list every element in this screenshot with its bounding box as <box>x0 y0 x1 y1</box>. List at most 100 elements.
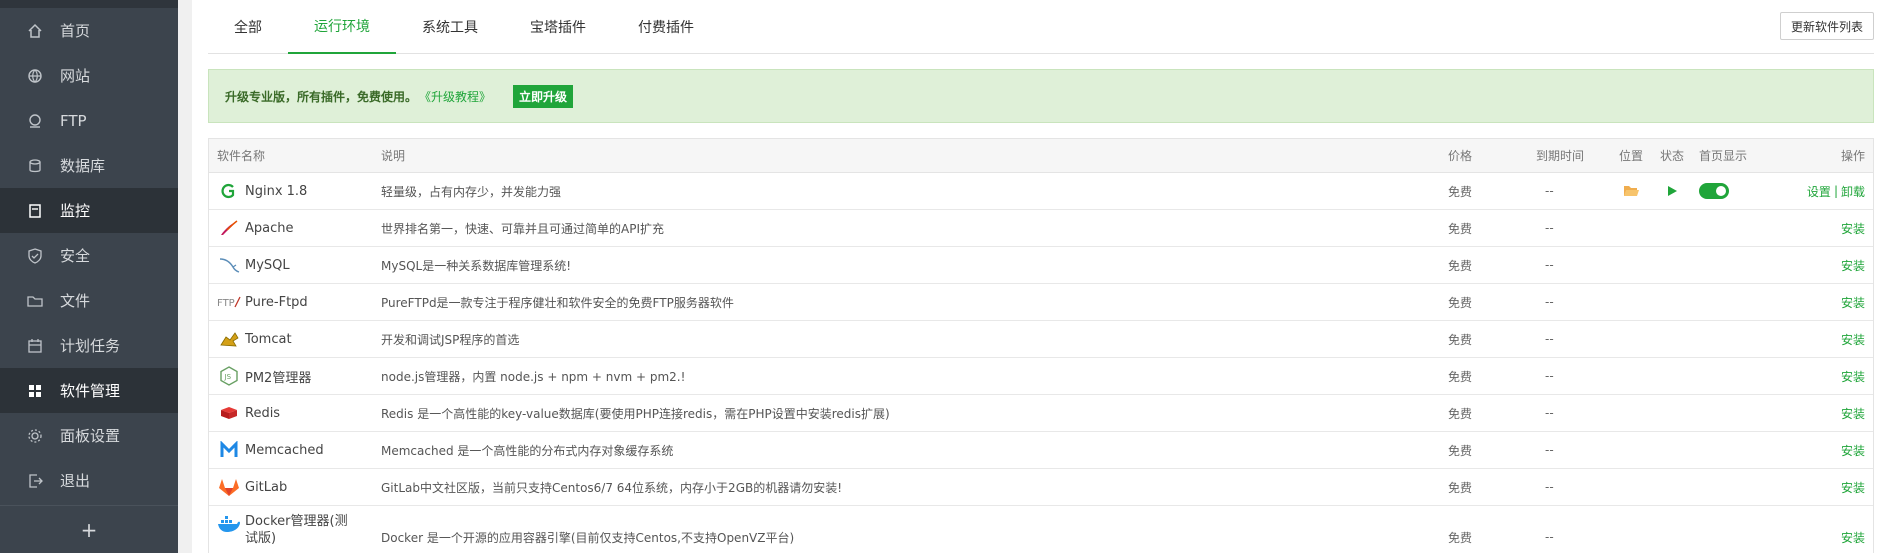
install-link[interactable]: 安装 <box>1841 432 1865 468</box>
header-status: 状态 <box>1659 149 1684 163</box>
software-price: 免费 <box>1448 369 1473 384</box>
sidebar-item-home[interactable]: 首页 <box>0 8 178 53</box>
software-expire: -- <box>1545 184 1554 198</box>
sidebar: 首页 网站 FTP 数据库 监控 安全 文件 计划任务 软件管理 面板设置 退出… <box>0 0 178 553</box>
toggle-switch[interactable] <box>1699 183 1729 199</box>
tab-system-tools[interactable]: 系统工具 <box>396 0 504 54</box>
sidebar-top-strip <box>0 0 178 8</box>
software-desc: PureFTPd是一款专注于程序健壮和软件安全的免费FTP服务器软件 <box>381 295 734 310</box>
software-name-label: Memcached <box>245 442 324 458</box>
app-root: 首页 网站 FTP 数据库 监控 安全 文件 计划任务 软件管理 面板设置 退出… <box>0 0 1889 553</box>
install-link[interactable]: 安装 <box>1841 210 1865 246</box>
sidebar-item-cron[interactable]: 计划任务 <box>0 323 178 368</box>
sidebar-item-software[interactable]: 软件管理 <box>0 368 178 413</box>
software-desc: node.js管理器，内置 node.js + npm + nvm + pm2.… <box>381 369 686 384</box>
install-link[interactable]: 安装 <box>1841 284 1865 320</box>
install-link[interactable]: 安装 <box>1841 395 1865 431</box>
play-icon[interactable] <box>1657 173 1687 209</box>
software-desc: 开发和调试JSP程序的首选 <box>381 332 520 347</box>
ftp-logo: FTP <box>217 290 241 314</box>
table-row: Tomcat 开发和调试JSP程序的首选 免费 -- 安装 <box>209 321 1873 358</box>
software-price: 免费 <box>1448 184 1473 199</box>
software-price: 免费 <box>1448 443 1473 458</box>
tab-paid-plugins[interactable]: 付费插件 <box>612 0 720 54</box>
software-table: 软件名称 说明 价格 到期时间 位置 状态 首页显示 操作 Nginx 1.8 … <box>208 138 1874 553</box>
add-button[interactable]: + <box>0 505 178 553</box>
sidebar-item-website[interactable]: 网站 <box>0 53 178 98</box>
sidebar-item-settings[interactable]: 面板设置 <box>0 413 178 458</box>
sidebar-item-database[interactable]: 数据库 <box>0 143 178 188</box>
gitlab-logo <box>217 475 241 499</box>
header-location: 位置 <box>1618 149 1643 163</box>
software-desc: Memcached 是一个高性能的分布式内存对象缓存系统 <box>381 443 674 458</box>
sidebar-item-security[interactable]: 安全 <box>0 233 178 278</box>
software-desc: Redis 是一个高性能的key-value数据库(要使用PHP连接redis，… <box>381 406 890 421</box>
upgrade-tutorial-link[interactable]: 《升级教程》 <box>419 88 491 105</box>
sidebar-item-files[interactable]: 文件 <box>0 278 178 323</box>
table-row: GitLab GitLab中文社区版，当前只支持Centos6/7 64位系统，… <box>209 469 1873 506</box>
tab-all[interactable]: 全部 <box>208 0 288 54</box>
software-name: JS PM2管理器 <box>217 358 367 394</box>
table-row: Redis Redis 是一个高性能的key-value数据库(要使用PHP连接… <box>209 395 1873 432</box>
upgrade-banner: 升级专业版，所有插件，免费使用。 《升级教程》 立即升级 <box>208 69 1874 123</box>
tomcat-logo <box>217 327 241 351</box>
sidebar-item-monitor[interactable]: 监控 <box>0 188 178 233</box>
home-display-toggle[interactable] <box>1699 173 1759 209</box>
software-price: 免费 <box>1448 295 1473 310</box>
install-link[interactable]: 安装 <box>1841 321 1865 357</box>
header-op: 操作 <box>1840 149 1865 163</box>
software-desc: MySQL是一种关系数据库管理系统! <box>381 258 572 273</box>
install-link[interactable]: 安装 <box>1841 358 1865 394</box>
software-desc: 轻量级，占有内存少，并发能力强 <box>381 184 562 199</box>
software-name: Nginx 1.8 <box>217 173 367 209</box>
docker-logo <box>217 512 241 536</box>
sidebar-item-logout[interactable]: 退出 <box>0 458 178 503</box>
sidebar-item-label: 监控 <box>60 202 91 220</box>
software-expire: -- <box>1545 369 1554 383</box>
tab-bt-plugins[interactable]: 宝塔插件 <box>504 0 612 54</box>
software-expire: -- <box>1545 530 1554 544</box>
refresh-list-button[interactable]: 更新软件列表 <box>1779 12 1874 40</box>
software-name-label: Apache <box>245 220 294 236</box>
sidebar-nav: 首页 网站 FTP 数据库 监控 安全 文件 计划任务 软件管理 面板设置 退出 <box>0 8 178 503</box>
folder-icon <box>27 293 43 309</box>
uninstall-link[interactable]: 卸载 <box>1841 183 1865 200</box>
svg-text:FTP: FTP <box>217 298 235 309</box>
software-name-label: Docker管理器(测试版) <box>245 514 348 546</box>
software-name-label: Tomcat <box>245 331 292 347</box>
software-desc: GitLab中文社区版，当前只支持Centos6/7 64位系统，内存小于2GB… <box>381 480 843 495</box>
table-row: Docker管理器(测试版) Docker 是一个开源的应用容器引擎(目前仅支持… <box>209 506 1873 553</box>
apache-logo <box>217 216 241 240</box>
banner-text: 升级专业版，所有插件，免费使用。 <box>225 89 418 104</box>
svg-text:JS: JS <box>224 373 232 381</box>
main-content: 全部 运行环境 系统工具 宝塔插件 付费插件 更新软件列表 升级专业版，所有插件… <box>192 0 1889 553</box>
table-row: FTP Pure-Ftpd PureFTPd是一款专注于程序健壮和软件安全的免费… <box>209 284 1873 321</box>
upgrade-now-button[interactable]: 立即升级 <box>513 84 574 108</box>
install-link[interactable]: 安装 <box>1841 506 1865 553</box>
folder-open-icon[interactable] <box>1616 173 1646 209</box>
tab-runtime[interactable]: 运行环境 <box>288 0 396 54</box>
software-expire: -- <box>1545 295 1554 309</box>
install-link[interactable]: 安装 <box>1841 469 1865 505</box>
software-expire: -- <box>1545 221 1554 235</box>
sidebar-item-label: 数据库 <box>60 157 106 175</box>
globe-icon <box>27 68 43 84</box>
gear-icon <box>27 428 43 444</box>
header-home-display: 首页显示 <box>1699 149 1748 163</box>
install-link[interactable]: 安装 <box>1841 247 1865 283</box>
mysql-logo <box>217 253 241 277</box>
software-price: 免费 <box>1448 530 1473 545</box>
sidebar-item-label: 计划任务 <box>60 337 121 355</box>
table-row: JS PM2管理器 node.js管理器，内置 node.js + npm + … <box>209 358 1873 395</box>
logout-icon <box>27 473 43 489</box>
software-desc: Docker 是一个开源的应用容器引擎(目前仅支持Centos,不支持OpenV… <box>381 530 795 545</box>
software-desc: 世界排名第一，快速、可靠并且可通过简单的API扩充 <box>381 221 664 236</box>
software-name-label: PM2管理器 <box>245 370 312 386</box>
software-name: Redis <box>217 395 367 431</box>
sidebar-item-label: 退出 <box>60 472 91 490</box>
sidebar-item-ftp[interactable]: FTP <box>0 98 178 143</box>
separator: | <box>1833 184 1838 198</box>
software-name-label: GitLab <box>245 479 288 495</box>
settings-link[interactable]: 设置 <box>1807 183 1831 200</box>
software-name-label: MySQL <box>245 257 290 273</box>
